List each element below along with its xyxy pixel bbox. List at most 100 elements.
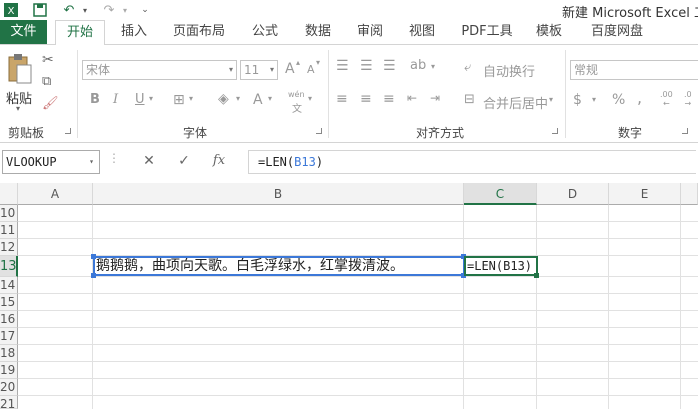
range-handle[interactable] [91, 273, 96, 278]
enter-icon[interactable]: ✓ [173, 153, 195, 169]
name-box[interactable]: VLOOKUP ▾ [2, 150, 100, 174]
tab-pdf-tools[interactable]: PDF工具 [455, 20, 519, 44]
row-header-20[interactable]: 20 [0, 379, 18, 396]
align-right-icon[interactable]: ≡ [383, 91, 395, 107]
fill-color-icon[interactable]: ◈ [218, 91, 229, 107]
number-launcher-icon[interactable] [682, 128, 688, 134]
row-header-21[interactable]: 21 [0, 396, 18, 411]
paste-icon[interactable] [4, 52, 34, 86]
number-format-value: 常规 [574, 63, 599, 77]
align-top-icon[interactable]: ☰ [336, 58, 349, 74]
borders-dropdown-icon[interactable]: ▾ [189, 94, 193, 103]
chevron-down-icon[interactable]: ▾ [89, 151, 94, 173]
cell-b13[interactable]: 鹅鹅鹅，曲项向天歌。白毛浮绿水，红掌拨清波。 [93, 256, 465, 276]
row-header-15[interactable]: 15 [0, 294, 18, 311]
redo-dropdown-icon[interactable]: ▾ [120, 1, 130, 19]
column-header-a[interactable]: A [18, 183, 93, 205]
merge-dropdown-icon[interactable]: ▾ [549, 95, 553, 104]
column-header-c[interactable]: C [464, 183, 537, 205]
increase-decimal-button[interactable]: .00 ← [660, 90, 673, 108]
range-handle[interactable] [91, 254, 96, 259]
row-header-11[interactable]: 11 [0, 222, 18, 239]
cancel-icon[interactable]: ✕ [138, 153, 160, 169]
fill-handle[interactable] [534, 273, 539, 278]
formula-input[interactable]: =LEN(B13) [248, 150, 696, 174]
column-header-e[interactable]: E [609, 183, 681, 205]
font-size-combo[interactable]: 11 ▾ [240, 60, 278, 80]
insert-function-icon[interactable]: fx [208, 153, 230, 168]
select-all-corner[interactable] [0, 183, 18, 205]
column-header-b[interactable]: B [93, 183, 464, 205]
cut-icon[interactable]: ✂ [42, 52, 54, 68]
worksheet-grid[interactable]: A B C D E 10 11 12 13 14 15 16 17 18 19 … [0, 183, 698, 411]
align-center-icon[interactable]: ≡ [360, 91, 372, 107]
title-bar: X ↶ ▾ ↷ ▾ ⌄ 新建 Microsoft Excel 工 [0, 0, 698, 21]
excel-icon: X [2, 1, 20, 19]
decrease-decimal-button[interactable]: .0 → [684, 90, 692, 108]
clipboard-launcher-icon[interactable] [65, 128, 71, 134]
row-header-16[interactable]: 16 [0, 311, 18, 328]
formula-bar: VLOOKUP ▾ ⋮ ✕ ✓ fx =LEN(B13) [0, 149, 698, 177]
row-header-17[interactable]: 17 [0, 328, 18, 345]
redo-icon[interactable]: ↷ [98, 1, 120, 19]
decrease-indent-icon[interactable]: ⇤ [407, 91, 417, 105]
wrap-text-button[interactable]: 自动换行 [483, 61, 535, 80]
ribbon-tabs: 文件 开始 插入 页面布局 公式 数据 审阅 视图 PDF工具 模板 百度网盘 [0, 20, 698, 45]
format-painter-icon[interactable]: 🖌 [42, 96, 59, 111]
tab-file[interactable]: 文件 [0, 20, 47, 44]
wrap-text-icon: ⤶ [464, 60, 472, 75]
shrink-font-button[interactable]: A [307, 63, 315, 76]
tab-templates[interactable]: 模板 [527, 20, 571, 44]
paste-dropdown-icon[interactable]: ▾ [16, 104, 20, 113]
font-color-button[interactable]: A [253, 92, 263, 108]
underline-dropdown-icon[interactable]: ▾ [149, 94, 153, 103]
accounting-format-icon[interactable]: $ [573, 92, 582, 108]
alignment-launcher-icon[interactable] [552, 128, 558, 134]
tab-page-layout[interactable]: 页面布局 [163, 20, 235, 44]
undo-dropdown-icon[interactable]: ▾ [80, 1, 90, 19]
fill-dropdown-icon[interactable]: ▾ [236, 94, 240, 103]
tab-review[interactable]: 审阅 [348, 20, 392, 44]
phonetic-dropdown-icon[interactable]: ▾ [308, 94, 312, 103]
row-header-12[interactable]: 12 [0, 239, 18, 256]
merge-center-button[interactable]: 合并后居中 [483, 93, 548, 112]
font-launcher-icon[interactable] [316, 128, 322, 134]
orientation-icon[interactable]: ab [410, 58, 426, 73]
font-color-dropdown-icon[interactable]: ▾ [268, 94, 272, 103]
number-format-combo[interactable]: 常规 [570, 60, 698, 80]
row-header-13[interactable]: 13 [0, 256, 18, 277]
bold-button[interactable]: B [90, 92, 100, 107]
phonetic-button[interactable]: wén [288, 90, 305, 99]
save-icon[interactable] [30, 1, 50, 19]
tab-view[interactable]: 视图 [400, 20, 444, 44]
underline-button[interactable]: U [135, 92, 145, 107]
row-header-18[interactable]: 18 [0, 345, 18, 362]
increase-indent-icon[interactable]: ⇥ [430, 91, 440, 105]
tab-insert[interactable]: 插入 [112, 20, 156, 44]
row-header-10[interactable]: 10 [0, 205, 18, 222]
comma-button[interactable]: , [637, 88, 642, 107]
copy-icon[interactable]: ⧉ [42, 74, 51, 89]
column-header-f[interactable] [681, 183, 698, 205]
undo-icon[interactable]: ↶ [58, 1, 80, 19]
tab-baidu-netdisk[interactable]: 百度网盘 [581, 20, 653, 44]
accounting-dropdown-icon[interactable]: ▾ [592, 95, 596, 104]
cell-c13-active[interactable]: =LEN(B13) [464, 256, 538, 276]
tab-data[interactable]: 数据 [296, 20, 340, 44]
row-header-14[interactable]: 14 [0, 277, 18, 294]
tab-formulas[interactable]: 公式 [243, 20, 287, 44]
row-header-19[interactable]: 19 [0, 362, 18, 379]
percent-button[interactable]: % [612, 92, 625, 108]
customize-qat-icon[interactable]: ⌄ [138, 1, 152, 19]
column-header-d[interactable]: D [537, 183, 609, 205]
orientation-dropdown-icon[interactable]: ▾ [431, 62, 435, 71]
borders-icon[interactable]: ⊞ [173, 92, 185, 108]
align-bottom-icon[interactable]: ☰ [383, 58, 396, 74]
italic-button[interactable]: I [113, 92, 118, 107]
font-size-value: 11 [244, 63, 260, 77]
tab-home[interactable]: 开始 [55, 20, 105, 45]
font-name-combo[interactable]: 宋体 ▾ [82, 60, 237, 80]
align-middle-icon[interactable]: ☰ [360, 58, 373, 74]
align-left-icon[interactable]: ≡ [336, 91, 348, 107]
grow-font-button[interactable]: A [285, 61, 295, 77]
